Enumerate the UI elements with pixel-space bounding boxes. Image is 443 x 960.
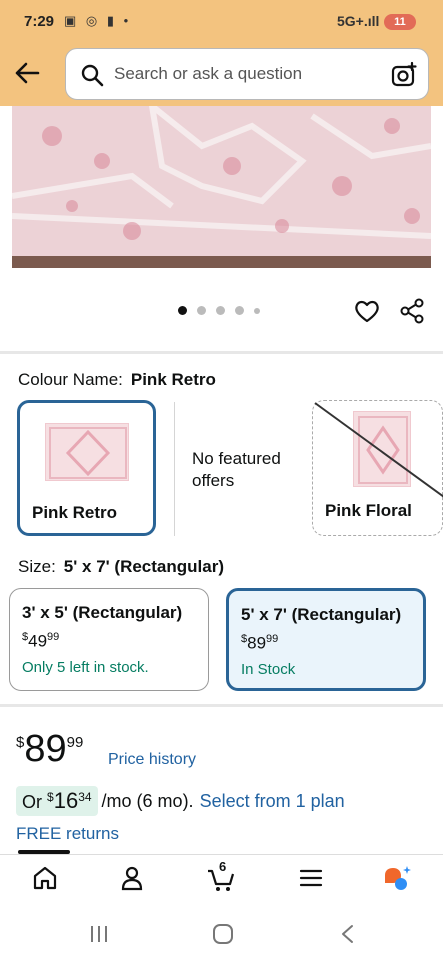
share-icon[interactable] xyxy=(398,297,426,325)
stock-status: Only 5 left in stock. xyxy=(22,659,149,676)
system-navigation-bar xyxy=(0,904,443,960)
price-fraction: 99 xyxy=(266,633,279,645)
product-price: $8999 xyxy=(16,728,83,771)
installment-fraction: 34 xyxy=(78,790,92,804)
vertical-divider xyxy=(174,402,175,536)
currency-symbol: $ xyxy=(16,734,25,751)
status-bar: 7:29 ▣ ◎ ▮ • 5G+.ıll 11 xyxy=(0,0,443,44)
size-option-price: $8999 xyxy=(241,633,278,654)
carousel-dot[interactable] xyxy=(254,307,260,314)
menu-icon[interactable] xyxy=(296,863,326,893)
size-option-5x7[interactable]: 5' x 7' (Rectangular) $8999 In Stock xyxy=(226,588,426,691)
price-fraction: 99 xyxy=(47,631,60,643)
search-placeholder: Search or ask a question xyxy=(114,64,303,83)
installment-amount: Or $1634 xyxy=(16,786,98,816)
price-fraction: 99 xyxy=(66,734,84,751)
colour-option-label: Pink Floral xyxy=(325,501,412,520)
carousel-dot[interactable] xyxy=(216,306,225,315)
recent-apps-icon[interactable] xyxy=(88,924,110,944)
colour-label-row: Colour Name: Pink Retro xyxy=(18,370,216,390)
colour-option-pink-floral[interactable]: Pink Floral xyxy=(312,400,443,536)
price-whole: 89 xyxy=(24,728,67,770)
no-featured-line-2: offers xyxy=(192,471,235,490)
size-selected-value: 5' x 7' (Rectangular) xyxy=(63,557,224,576)
carousel-dot[interactable] xyxy=(235,306,244,315)
size-option-title: 3' x 5' (Rectangular) xyxy=(22,603,183,622)
network-indicator: 5G+.ıll xyxy=(337,13,380,29)
status-time: 7:29 xyxy=(24,13,55,30)
installment-whole: 16 xyxy=(53,788,79,813)
cart-count-badge: 6 xyxy=(219,859,227,874)
currency-symbol: $ xyxy=(47,790,54,804)
search-icon xyxy=(81,64,104,87)
no-featured-offers-text: No featured offers xyxy=(192,448,281,492)
size-option-title: 5' x 7' (Rectangular) xyxy=(241,605,402,624)
carousel-dot[interactable] xyxy=(197,306,206,315)
search-bar[interactable]: Search or ask a question xyxy=(65,48,429,100)
size-option-3x5[interactable]: 3' x 5' (Rectangular) $4999 Only 5 left … xyxy=(9,588,209,691)
back-arrow-icon[interactable] xyxy=(12,58,42,88)
notification-icons: ▣ ◎ ▮ • xyxy=(64,13,132,28)
installment-prefix: Or xyxy=(22,792,42,812)
battery-indicator: 11 xyxy=(384,14,416,30)
stock-status: In Stock xyxy=(241,661,296,678)
pink-retro-thumbnail xyxy=(45,423,129,481)
colour-label: Colour Name: xyxy=(18,370,123,389)
account-icon[interactable] xyxy=(117,863,147,893)
price-whole: 89 xyxy=(247,633,267,653)
size-option-price: $4999 xyxy=(22,631,59,652)
carousel-dot[interactable] xyxy=(178,306,187,315)
select-plan-link[interactable]: Select from 1 plan xyxy=(200,791,345,812)
section-divider xyxy=(0,704,443,707)
size-label: Size: xyxy=(18,557,56,576)
product-image[interactable] xyxy=(12,106,431,268)
installment-term: /mo (6 mo). xyxy=(101,790,194,811)
free-returns-link[interactable]: FREE returns xyxy=(16,824,119,844)
price-whole: 49 xyxy=(28,631,48,651)
camera-search-icon[interactable] xyxy=(390,61,418,89)
rufus-ai-icon[interactable] xyxy=(382,863,412,893)
colour-option-pink-retro[interactable]: Pink Retro xyxy=(17,400,156,536)
colour-option-label: Pink Retro xyxy=(32,503,118,522)
image-carousel-dots[interactable] xyxy=(178,306,260,315)
installment-offer: Or $1634 /mo (6 mo). Select from 1 plan xyxy=(16,785,345,817)
colour-selected-value: Pink Retro xyxy=(130,370,216,389)
heart-icon[interactable] xyxy=(353,297,381,325)
rug-pattern xyxy=(12,106,431,256)
section-divider xyxy=(0,351,443,354)
no-featured-line-1: No featured xyxy=(192,449,281,468)
app-header: 7:29 ▣ ◎ ▮ • 5G+.ıll 11 Search or ask a … xyxy=(0,0,443,106)
home-icon[interactable] xyxy=(30,863,60,893)
price-history-link[interactable]: Price history xyxy=(108,751,196,769)
system-back-icon[interactable] xyxy=(338,923,358,945)
floor-strip xyxy=(12,256,431,268)
size-label-row: Size: 5' x 7' (Rectangular) xyxy=(18,557,224,577)
home-button-icon[interactable] xyxy=(211,922,235,946)
